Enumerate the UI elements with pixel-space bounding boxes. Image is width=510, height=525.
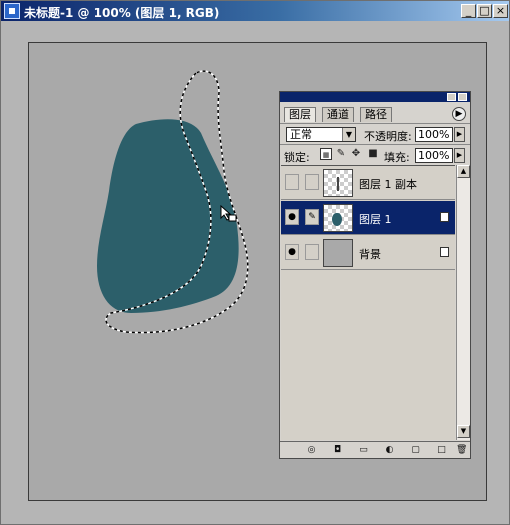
close-button[interactable]: × bbox=[493, 4, 508, 18]
blend-opacity-row: 正常 ▼ 不透明度: 100% ▶ bbox=[280, 123, 470, 143]
tab-layers[interactable]: 图层 bbox=[284, 107, 316, 122]
panel-title-bar[interactable] bbox=[280, 92, 470, 102]
scroll-up-button[interactable]: ▲ bbox=[457, 165, 470, 178]
new-layer-icon[interactable]: □ bbox=[436, 445, 447, 456]
new-set-icon[interactable]: ◐ bbox=[384, 445, 395, 456]
fill-input[interactable]: 100% bbox=[415, 148, 453, 163]
layer-row-layer1[interactable]: ● ✎ 图层 1 bbox=[281, 201, 455, 235]
opacity-slider-button[interactable]: ▶ bbox=[454, 127, 465, 142]
layers-bottom-toolbar: ◎ ◘ ▭ ◐ ▢ □ 🗑 bbox=[280, 441, 470, 458]
lock-icon bbox=[440, 212, 449, 222]
blend-mode-value: 正常 bbox=[290, 128, 312, 141]
trash-icon[interactable]: 🗑 bbox=[456, 445, 467, 456]
layer-name: 背景 bbox=[359, 248, 381, 261]
opacity-input[interactable]: 100% bbox=[415, 127, 453, 142]
photoshop-doc-icon bbox=[4, 3, 20, 19]
title-bar[interactable]: 未标题-1 @ 100% (图层 1, RGB) _ □ × bbox=[1, 1, 509, 21]
layer-name: 图层 1 副本 bbox=[359, 178, 417, 191]
layers-scrollbar[interactable]: ▲ ▼ bbox=[456, 165, 470, 440]
lock-label: 锁定: bbox=[284, 151, 310, 164]
layer-style-icon[interactable]: ◘ bbox=[332, 445, 343, 456]
tab-paths[interactable]: 路径 bbox=[360, 107, 392, 122]
layers-panel: 图层 通道 路径 ▶ 正常 ▼ 不透明度: 100% ▶ 锁定: ▦ ✎ ✥ ■… bbox=[279, 91, 471, 459]
eye-icon[interactable]: ● bbox=[285, 244, 299, 260]
lock-paint-icon[interactable]: ✎ bbox=[335, 148, 347, 160]
layer-thumbnail bbox=[323, 204, 353, 232]
fill-slider-button[interactable]: ▶ bbox=[454, 148, 465, 163]
restore-button[interactable]: □ bbox=[477, 4, 492, 18]
visibility-toggle-off[interactable] bbox=[285, 174, 299, 190]
scroll-down-button[interactable]: ▼ bbox=[457, 425, 470, 438]
tab-channels[interactable]: 通道 bbox=[322, 107, 354, 122]
layer-thumbnail bbox=[323, 239, 353, 267]
teal-blob-shape bbox=[97, 119, 239, 313]
lock-transparency-icon[interactable]: ▦ bbox=[320, 148, 332, 160]
window-title: 未标题-1 @ 100% (图层 1, RGB) bbox=[24, 6, 220, 20]
blend-mode-select[interactable]: 正常 ▼ bbox=[286, 127, 356, 142]
lock-move-icon[interactable]: ✥ bbox=[350, 148, 362, 160]
paintbrush-icon[interactable]: ✎ bbox=[305, 209, 319, 225]
lock-icon bbox=[440, 247, 449, 257]
layer-row-copy[interactable]: 图层 1 副本 bbox=[281, 166, 455, 200]
panel-menu-button[interactable]: ▶ bbox=[452, 107, 466, 121]
opacity-label: 不透明度: bbox=[364, 130, 412, 143]
link-toggle[interactable] bbox=[305, 174, 319, 190]
chevron-down-icon: ▼ bbox=[342, 128, 355, 141]
link-toggle[interactable] bbox=[305, 244, 319, 260]
fill-label: 填充: bbox=[384, 151, 410, 164]
layer-thumbnail bbox=[323, 169, 353, 197]
layer-row-background[interactable]: ● 背景 bbox=[281, 236, 455, 270]
layer-name: 图层 1 bbox=[359, 213, 392, 226]
lock-all-icon[interactable]: ■ bbox=[367, 148, 379, 160]
document-window: 未标题-1 @ 100% (图层 1, RGB) _ □ × 图层 通道 路径 … bbox=[0, 0, 510, 525]
lock-fill-row: 锁定: ▦ ✎ ✥ ■ 填充: 100% ▶ bbox=[280, 144, 470, 164]
panel-minimize-button[interactable] bbox=[447, 93, 456, 101]
move-cursor-icon bbox=[220, 205, 237, 222]
link-icon[interactable]: ◎ bbox=[306, 445, 317, 456]
layers-list: 图层 1 副本 ● ✎ 图层 1 ● 背景 bbox=[281, 165, 455, 440]
eye-icon[interactable]: ● bbox=[285, 209, 299, 225]
panel-close-button[interactable] bbox=[458, 93, 467, 101]
minimize-button[interactable]: _ bbox=[461, 4, 476, 18]
adjustment-icon[interactable]: ▢ bbox=[410, 445, 421, 456]
mask-icon[interactable]: ▭ bbox=[358, 445, 369, 456]
